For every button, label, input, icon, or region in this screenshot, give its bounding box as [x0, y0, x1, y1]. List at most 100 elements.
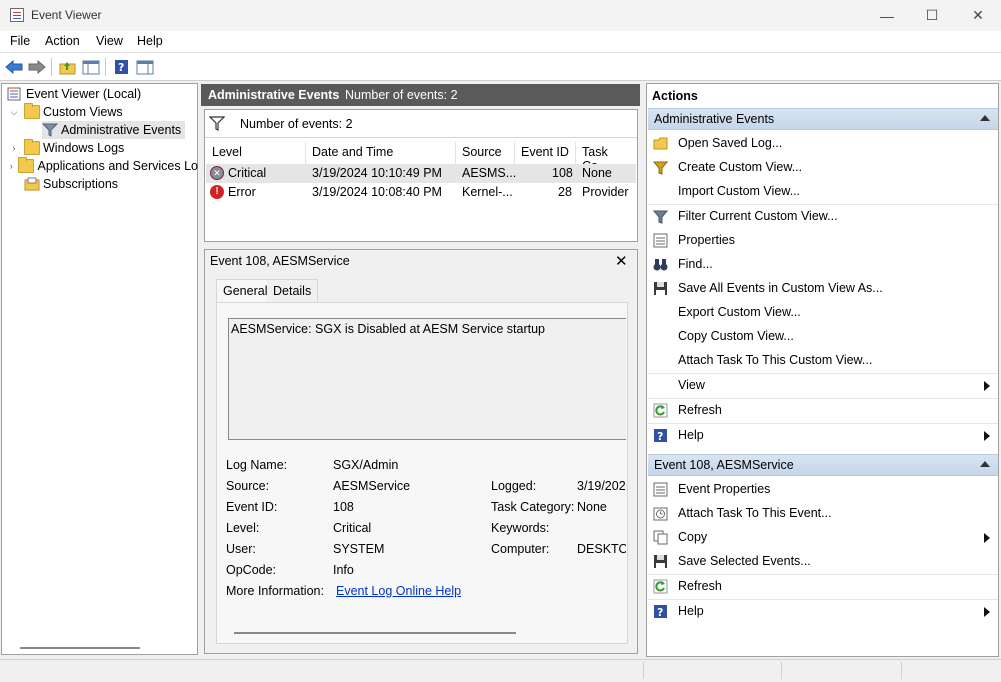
column-header-level[interactable]: Level — [206, 142, 306, 164]
detail-horizontal-scrollbar[interactable] — [234, 632, 516, 634]
action-import-custom-view[interactable]: Import Custom View... — [648, 181, 998, 203]
action-copy-custom-view[interactable]: Copy Custom View... — [648, 326, 998, 348]
maximize-button[interactable]: ☐ — [909, 0, 955, 31]
cell-source: AESMS... — [462, 166, 517, 180]
menu-view[interactable]: View — [96, 34, 123, 48]
action-refresh-event[interactable]: Refresh — [648, 576, 998, 598]
action-attach-task-event[interactable]: Attach Task To This Event... — [648, 503, 998, 525]
cell-event-id: 28 — [558, 185, 572, 199]
back-arrow-icon — [5, 60, 23, 74]
folder-icon — [24, 103, 40, 119]
column-header-source[interactable]: Source — [456, 142, 515, 164]
tree-item-applications-and-services-logs[interactable]: › Applications and Services Lo — [8, 157, 198, 175]
menu-bar: File Action View Help — [0, 31, 1001, 53]
tree-item-custom-views[interactable]: ⌵ Custom Views — [8, 103, 123, 121]
action-attach-task-custom-view[interactable]: Attach Task To This Custom View... — [648, 350, 998, 372]
label-opcode: OpCode: — [226, 563, 277, 577]
folder-up-icon — [59, 61, 75, 74]
tree-item-label: Applications and Services Lo — [37, 159, 198, 173]
label-level: Level: — [226, 521, 260, 535]
help-toolbar-button[interactable]: ? — [111, 57, 131, 77]
value-level: Critical — [333, 521, 372, 535]
console-tree-icon — [82, 60, 100, 74]
label-user: User: — [226, 542, 256, 556]
action-view[interactable]: View — [648, 375, 998, 397]
tree-item-subscriptions[interactable]: Subscriptions — [24, 175, 118, 193]
menu-file[interactable]: File — [10, 34, 30, 48]
table-row[interactable]: ✕ Critical 3/19/2024 10:10:49 PM AESMS..… — [206, 164, 636, 183]
save-disk-icon — [654, 282, 667, 295]
action-pane-icon — [136, 60, 154, 74]
forward-arrow-icon — [28, 60, 46, 74]
column-header-task-category[interactable]: Task Ca... — [576, 142, 636, 173]
action-export-custom-view[interactable]: Export Custom View... — [648, 302, 998, 324]
chevron-down-icon[interactable]: ⌵ — [8, 107, 20, 118]
actions-section-event-108[interactable]: Event 108, AESMService — [648, 454, 998, 476]
chevron-right-icon[interactable]: › — [8, 143, 20, 153]
column-header-event-id[interactable]: Event ID — [515, 142, 576, 164]
cell-source: Kernel-... — [462, 185, 513, 199]
tree-item-event-viewer-local[interactable]: Event Viewer (Local) — [7, 85, 141, 103]
collapse-up-icon[interactable] — [980, 461, 990, 467]
header-event-count: Number of events: 2 — [345, 88, 458, 102]
filter-icon — [653, 210, 668, 224]
filter-icon — [41, 123, 59, 137]
filter-event-count: Number of events: 2 — [240, 117, 353, 131]
subscriptions-icon — [24, 177, 40, 191]
error-icon: ! — [210, 185, 224, 199]
action-refresh[interactable]: Refresh — [648, 400, 998, 422]
value-event-id: 108 — [333, 500, 354, 514]
action-filter-current-custom-view[interactable]: Filter Current Custom View... — [648, 206, 998, 228]
up-folder-button[interactable] — [57, 57, 77, 77]
minimize-button[interactable]: — — [864, 0, 910, 31]
close-button[interactable]: ✕ — [955, 0, 1001, 31]
cell-level: Critical — [228, 166, 267, 180]
filter-create-icon — [653, 161, 668, 175]
close-icon[interactable]: ✕ — [615, 252, 628, 270]
action-copy[interactable]: Copy — [648, 527, 998, 549]
action-properties[interactable]: Properties — [648, 230, 998, 252]
action-create-custom-view[interactable]: Create Custom View... — [648, 157, 998, 179]
refresh-icon — [653, 579, 668, 594]
menu-action[interactable]: Action — [45, 34, 80, 48]
column-header-date-time[interactable]: Date and Time — [306, 142, 456, 164]
tree-item-administrative-events[interactable]: Administrative Events — [41, 121, 186, 139]
tab-details[interactable]: Details — [267, 279, 319, 302]
status-bar — [0, 659, 1001, 682]
save-disk-icon — [654, 555, 667, 568]
submenu-arrow-icon — [984, 381, 990, 391]
folder-icon — [24, 139, 40, 155]
show-hide-console-tree-button[interactable] — [81, 57, 101, 77]
action-find[interactable]: Find... — [648, 254, 998, 276]
event-description-box[interactable] — [228, 318, 626, 440]
tree-item-label: Windows Logs — [43, 141, 125, 155]
action-save-selected-events[interactable]: Save Selected Events... — [648, 551, 998, 573]
action-help[interactable]: ? Help — [648, 425, 998, 447]
collapse-up-icon[interactable] — [980, 115, 990, 121]
chevron-right-icon[interactable]: › — [8, 161, 14, 171]
actions-section-administrative-events[interactable]: Administrative Events — [648, 108, 998, 130]
table-row[interactable]: ! Error 3/19/2024 10:08:40 PM Kernel-...… — [206, 183, 636, 202]
action-event-properties[interactable]: Event Properties — [648, 479, 998, 501]
event-viewer-icon — [10, 8, 24, 22]
label-event-id: Event ID: — [226, 500, 278, 514]
view-title: Administrative Events — [208, 88, 340, 102]
tree-item-label: Event Viewer (Local) — [26, 87, 142, 101]
value-source: AESMService — [333, 479, 411, 493]
menu-help[interactable]: Help — [137, 34, 163, 48]
forward-button[interactable] — [27, 57, 47, 77]
tree-horizontal-scrollbar[interactable] — [20, 647, 140, 649]
tree-item-label: Administrative Events — [61, 123, 182, 137]
tab-general[interactable]: General — [216, 279, 275, 302]
event-log-online-help-link[interactable]: Event Log Online Help — [336, 584, 461, 598]
back-button[interactable] — [4, 57, 24, 77]
action-save-all-events[interactable]: Save All Events in Custom View As... — [648, 278, 998, 300]
svg-text:?: ? — [657, 430, 663, 443]
help-icon: ? — [654, 605, 667, 619]
action-help-event[interactable]: ? Help — [648, 601, 998, 623]
tree-item-label: Custom Views — [43, 105, 123, 119]
show-hide-action-pane-button[interactable] — [135, 57, 155, 77]
cell-event-id: 108 — [552, 166, 573, 180]
action-open-saved-log[interactable]: Open Saved Log... — [648, 133, 998, 155]
tree-item-windows-logs[interactable]: › Windows Logs — [8, 139, 124, 157]
